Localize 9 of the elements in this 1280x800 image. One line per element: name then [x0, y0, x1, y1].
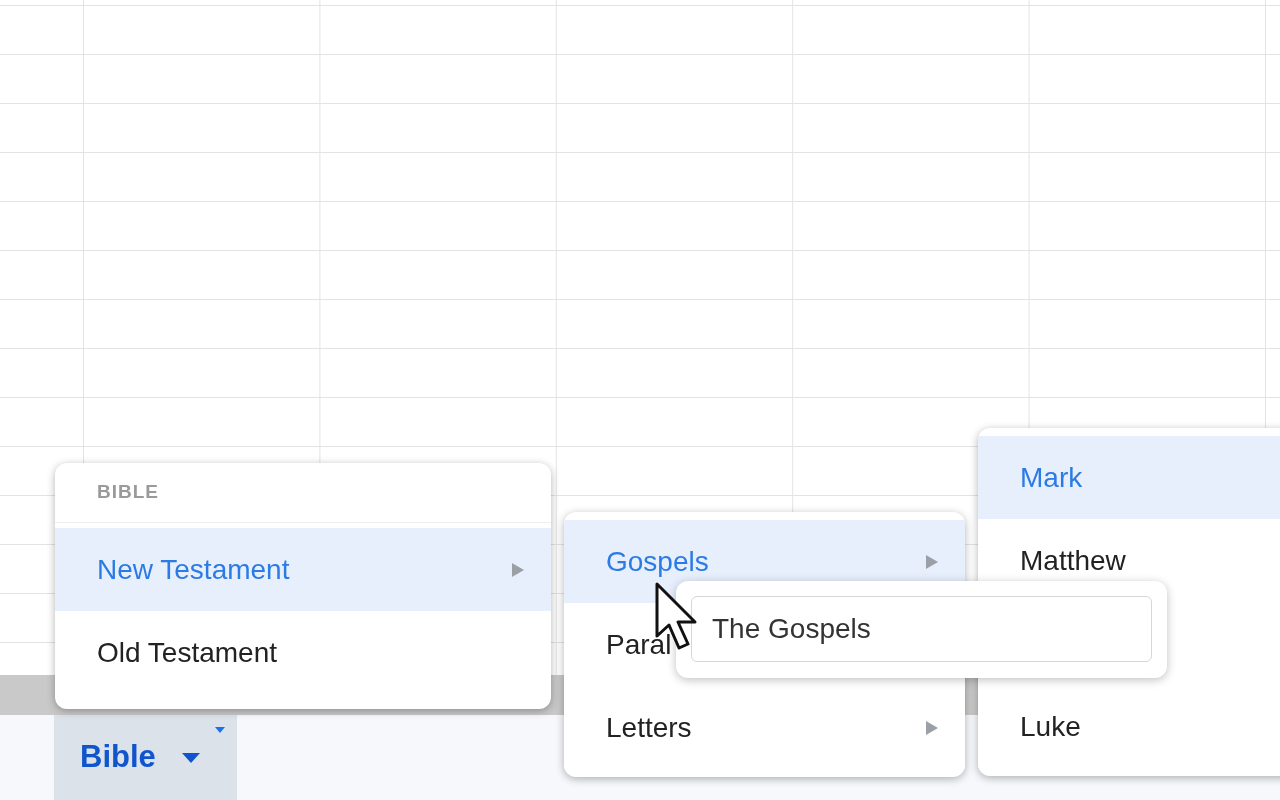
menu-item[interactable]: New Testament — [55, 528, 551, 611]
sheet-tab[interactable]: Bible — [54, 715, 237, 800]
menu-item[interactable]: Mark — [978, 436, 1280, 519]
corner-caret-icon — [215, 727, 225, 733]
tooltip-text: The Gospels — [691, 596, 1152, 662]
caret-icon — [181, 752, 200, 763]
menu-item[interactable]: Letters — [564, 686, 965, 769]
menu-header: BIBLE — [55, 463, 551, 523]
menu-item[interactable]: Old Testament — [55, 611, 551, 694]
